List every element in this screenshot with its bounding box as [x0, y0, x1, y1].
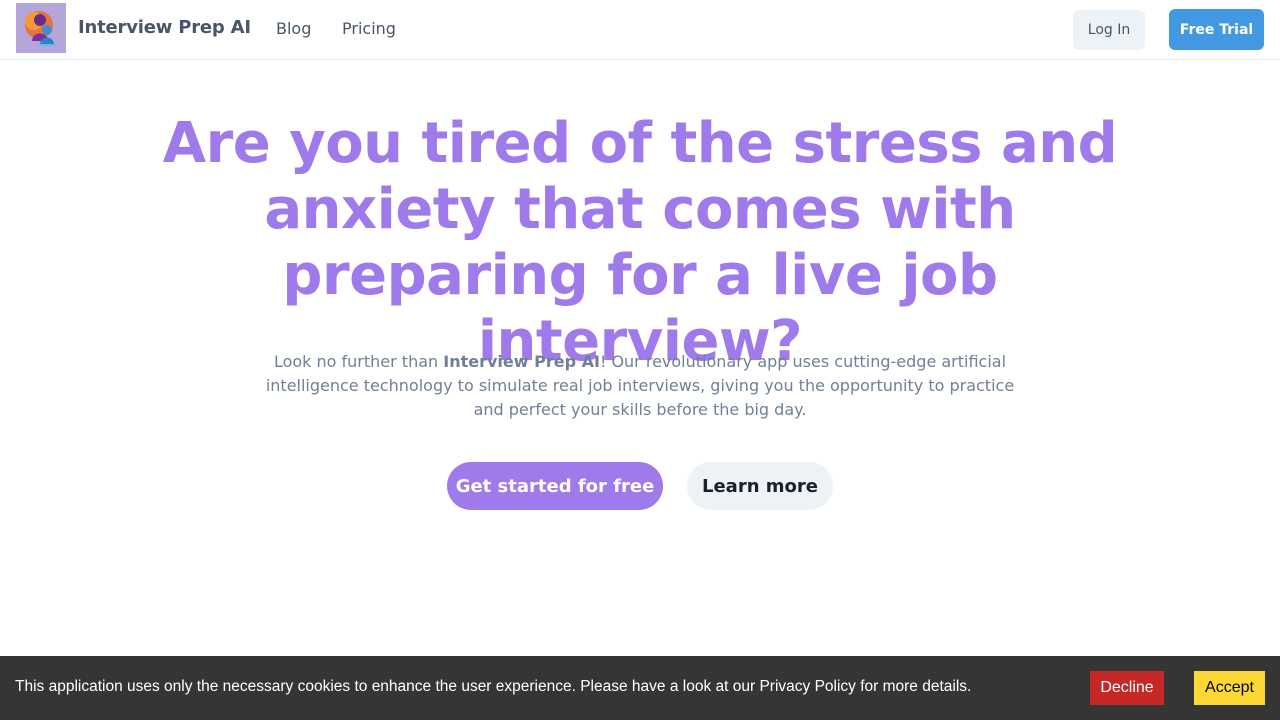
brand-name[interactable]: Interview Prep AI [78, 17, 251, 38]
hero-desc-before: Look no further than [273, 352, 444, 371]
get-started-button[interactable]: Get started for free [447, 462, 663, 510]
decline-cookies-button[interactable]: Decline [1090, 671, 1164, 705]
nav-link-pricing[interactable]: Pricing [342, 19, 396, 38]
hero-desc-brand: Interview Prep AI [443, 352, 600, 371]
logo-graphic [16, 3, 66, 53]
hero-description: Look no further than Interview Prep AI! … [250, 350, 1030, 422]
people-silhouette-logo[interactable] [16, 3, 66, 53]
free-trial-button[interactable]: Free Trial [1169, 9, 1264, 50]
accept-cookies-button[interactable]: Accept [1194, 671, 1265, 705]
nav-link-blog[interactable]: Blog [276, 19, 311, 38]
login-button[interactable]: Log In [1073, 10, 1145, 50]
cookie-banner: This application uses only the necessary… [0, 656, 1280, 720]
cookie-message: This application uses only the necessary… [15, 678, 972, 695]
learn-more-button[interactable]: Learn more [687, 462, 833, 510]
site-header: Interview Prep AI Blog Pricing Log In Fr… [0, 0, 1280, 60]
hero-title: Are you tired of the stress and anxiety … [162, 111, 1118, 374]
